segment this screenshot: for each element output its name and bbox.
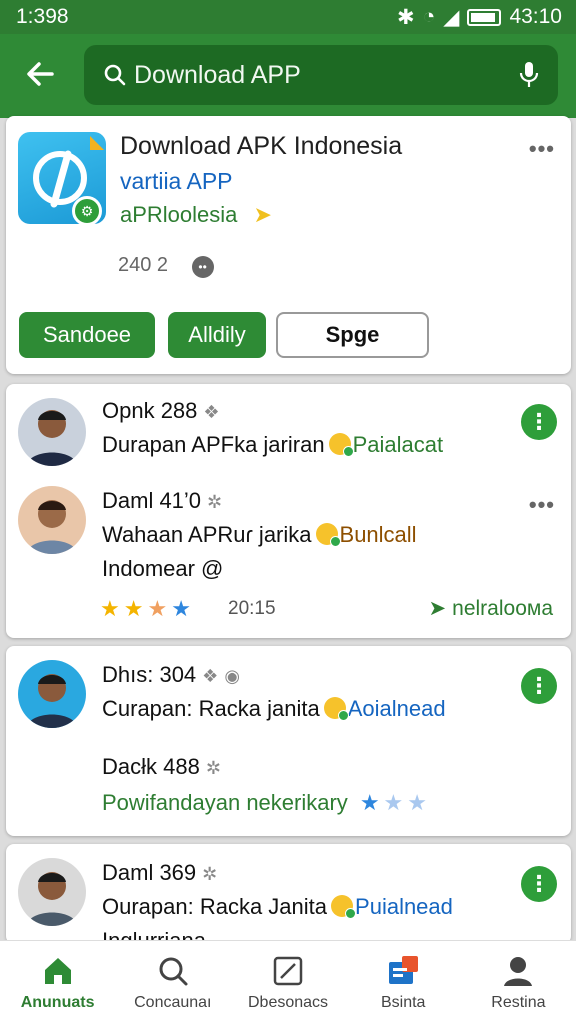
review-card[interactable]: Opnk 288 ❖ ⋮ Durapan APFka jariran Paialac…	[6, 384, 571, 638]
review-green-text-value[interactable]: Powifandayan nekerikary	[102, 790, 348, 815]
more-action-button[interactable]: ⋮	[521, 668, 557, 704]
nav-label: Bsinta	[380, 993, 426, 1011]
nav-label: Dbesonacs	[247, 993, 329, 1011]
review-accent[interactable]: Paialacat	[353, 432, 444, 457]
review-accent[interactable]: Aoialnead	[348, 696, 446, 721]
reviewer-name: Daml 41’0 ✲	[102, 488, 222, 514]
profile-icon	[504, 956, 533, 986]
reviewer-name-text: Dacłk 488	[102, 754, 200, 779]
review-text-value: Curapan: Racka janita	[102, 696, 320, 721]
settings-icon: ✲	[205, 758, 221, 778]
review-text: Curapan: Racka janita Aoialnead	[102, 696, 446, 722]
review-text-value: Wahaan APRuɾ jarika	[102, 522, 312, 547]
nav-library[interactable]: Bsinta	[346, 941, 461, 1024]
review-text-2: Indomear @	[102, 556, 224, 581]
app-subtitle: aPRloolesia ➤	[120, 202, 272, 228]
review-text: Wahaan APRuɾ jarika Bunlcall	[102, 522, 417, 548]
more-action-button[interactable]: ⋮	[521, 866, 557, 902]
emoji-icon	[331, 895, 357, 919]
library-icon	[389, 955, 419, 984]
nav-label: Restina	[491, 993, 546, 1011]
review-text-value: Ourapan: Racka Janita	[102, 894, 328, 919]
avatar[interactable]	[18, 660, 86, 728]
status-clock: 43:10	[509, 5, 562, 28]
nav-edit[interactable]: Dbesonacs	[230, 941, 345, 1024]
app-count: 240 2 ••	[118, 254, 214, 278]
app-count-value: 240 2	[118, 254, 169, 276]
reviewer-name: Daml 369 ✲	[102, 860, 217, 886]
edit-icon	[273, 956, 303, 985]
chip-alldily[interactable]: Alldily	[168, 312, 266, 358]
verified-icon: ❖	[203, 402, 220, 422]
rating-stars: ★★★	[359, 790, 431, 815]
review-green-text: Powifandayan nekerikary ★★★	[102, 790, 431, 816]
chip-sandoee[interactable]: Sandoee	[19, 312, 155, 358]
bottom-nav: Anunuats Concaunaı Dbesonacs Bsinta Rest…	[0, 940, 576, 1024]
review-text-value: Durapan APFka jariran	[102, 432, 325, 457]
review-link-text: nelraloома	[452, 597, 553, 620]
emoji-icon	[315, 523, 341, 547]
reviewer-name: Opnk 288 ❖	[102, 398, 220, 424]
bluetooth-icon: ✱	[396, 5, 415, 29]
nav-label: Anunuats	[20, 993, 95, 1011]
emoji-icon	[328, 433, 354, 457]
verified-icon: ❖	[202, 666, 219, 686]
settings-icon: ✲	[207, 492, 223, 512]
search-icon	[104, 64, 126, 86]
reviewer-name-text: Daml 41’0	[102, 488, 202, 513]
more-options-icon[interactable]: •••	[529, 136, 555, 162]
avatar[interactable]	[18, 858, 86, 926]
status-bar: 1:398 ✱ ◔ ◢ 43:10	[0, 0, 576, 34]
reviewer-name-text: Dhıs: 304	[102, 662, 197, 687]
review-accent[interactable]: Bunlcall	[340, 522, 417, 547]
settings-icon: ✲	[202, 864, 218, 884]
search-value: Download APP	[134, 60, 301, 89]
nav-profile[interactable]: Restina	[461, 941, 576, 1024]
avatar[interactable]	[18, 398, 86, 466]
review-link[interactable]: ➤ nelraloома	[429, 596, 553, 621]
signal-icon: ◢	[443, 5, 460, 29]
app-developer[interactable]: vartiia APP	[120, 168, 233, 195]
review-text: Durapan APFka jariran Paialacat	[102, 432, 443, 458]
battery-icon	[467, 8, 502, 26]
rating-stars: ★★★★	[100, 596, 195, 621]
more-options-icon[interactable]: •••	[529, 492, 555, 518]
app-title[interactable]: Download APK Indonesia	[120, 132, 402, 161]
app-card[interactable]: ⚙ Download APK Indonesia ••• vartiia APP…	[6, 116, 571, 374]
app-subtitle-text: aPRloolesia	[120, 202, 238, 227]
review-card[interactable]: Daml 369 ✲ ⋮ Ourapan: Racka Janita Puialne…	[6, 844, 571, 944]
reviewer-name-text: Opnk 288	[102, 398, 198, 423]
info-icon: ••	[191, 256, 214, 278]
nav-search[interactable]: Concaunaı	[115, 941, 230, 1024]
rating-value: 20:15	[228, 598, 276, 619]
nav-home[interactable]: Anunuats	[0, 941, 115, 1024]
status-icons: ✱ ◔ ◢ 43:10	[397, 5, 562, 30]
review-text: Ourapan: Racka Janita Puialnead	[102, 894, 453, 920]
back-arrow-icon[interactable]	[20, 54, 60, 94]
wifi-icon: ◔	[422, 5, 436, 28]
reviewer-name: Dacłk 488 ✲	[102, 754, 221, 780]
more-action-button[interactable]: ⋮	[521, 404, 557, 440]
nav-label: Concaunaı	[134, 993, 212, 1011]
cursor-icon: ➤	[253, 202, 272, 227]
review-card[interactable]: Dhıs: 304 ❖ ◉ ⋮ Curapan: Racka janita Aoial…	[6, 646, 571, 836]
search-icon	[159, 957, 188, 985]
send-icon: ➤	[428, 597, 447, 620]
app-bar: Download APP	[0, 34, 576, 118]
emoji-icon	[323, 697, 349, 721]
android-badge-icon: ⚙	[72, 196, 102, 226]
status-time: 1:398	[16, 5, 69, 28]
mic-icon[interactable]	[518, 60, 540, 90]
info-icon: ◉	[224, 666, 241, 686]
avatar[interactable]	[18, 486, 86, 554]
reviewer-name: Dhıs: 304 ❖ ◉	[102, 662, 240, 688]
review-accent[interactable]: Puialnead	[355, 894, 453, 919]
home-icon	[44, 957, 71, 984]
search-input[interactable]: Download APP	[84, 45, 558, 105]
reviewer-name-text: Daml 369	[102, 860, 197, 885]
chip-spge[interactable]: Spge	[276, 312, 429, 358]
